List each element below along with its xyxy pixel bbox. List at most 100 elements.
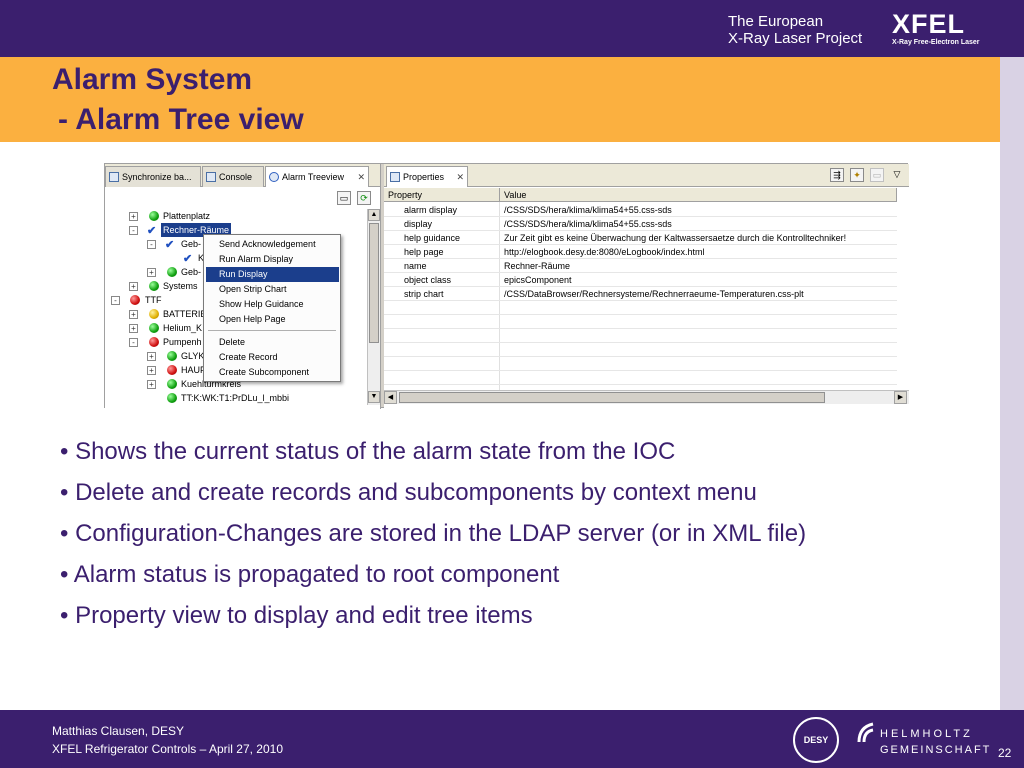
expand-icon[interactable]: + [147, 366, 156, 375]
table-row-empty [384, 301, 897, 315]
property-key: strip chart [404, 289, 444, 299]
helmholtz-line-2: GEMEINSCHAFT [880, 744, 992, 756]
tree-item[interactable]: TT:K:WK:T1:PrDLu_l_mbbi [105, 391, 367, 405]
tab-synchronize[interactable]: Synchronize ba... [105, 166, 201, 187]
page-number: 22 [998, 746, 1012, 760]
properties-hscrollbar[interactable]: ◀ ▶ [384, 390, 909, 404]
property-value[interactable]: epicsComponent [504, 273, 572, 287]
tab-label: Console [219, 172, 253, 182]
bullet-list: • Shows the current status of the alarm … [60, 436, 980, 641]
property-value[interactable]: /CSS/SDS/hera/klima/klima54+55.css-sds [504, 217, 672, 231]
table-row-empty [384, 329, 897, 343]
bullet-item: • Delete and create records and subcompo… [60, 479, 757, 506]
xfel-logo-subtext: X-Ray Free-Electron Laser [892, 39, 980, 46]
menu-separator [208, 330, 336, 331]
acknowledged-check-icon: ✔ [147, 225, 157, 237]
tree-scrollbar[interactable]: ▲ ▼ [367, 209, 380, 405]
table-row[interactable]: help guidance Zur Zeit gibt es keine Übe… [384, 231, 897, 245]
menu-item-open-strip-chart[interactable]: Open Strip Chart [206, 282, 339, 297]
close-icon[interactable]: ✕ [357, 167, 365, 188]
tab-label: Alarm Treeview [282, 172, 345, 182]
property-value[interactable]: /CSS/SDS/hera/klima/klima54+55.css-sds [504, 203, 672, 217]
status-ok-icon [149, 281, 159, 291]
collapse-all-icon[interactable]: ▭ [337, 191, 351, 205]
property-key: name [404, 261, 427, 271]
acknowledged-check-icon: ✔ [183, 253, 193, 265]
tree-item[interactable]: + Plattenplatz [105, 209, 367, 223]
column-header-value[interactable]: Value [500, 188, 897, 202]
tab-properties[interactable]: Properties ✕ [386, 166, 468, 187]
tree-item-label: TT:K:WK:T1:PrDLu_l_mbbi [181, 393, 290, 403]
table-row[interactable]: display /CSS/SDS/hera/klima/klima54+55.c… [384, 217, 897, 231]
table-row[interactable]: alarm display /CSS/SDS/hera/klima/klima5… [384, 203, 897, 217]
menu-item-send-acknowledgement[interactable]: Send Acknowledgement [206, 237, 339, 252]
scroll-thumb[interactable] [369, 223, 379, 343]
expand-icon[interactable]: + [129, 310, 138, 319]
property-value[interactable]: /CSS/DataBrowser/Rechnersysteme/Rechnerr… [504, 287, 804, 301]
refresh-icon[interactable]: ⟳ [357, 191, 371, 205]
scroll-right-icon[interactable]: ▶ [894, 391, 907, 404]
expand-icon[interactable]: + [147, 380, 156, 389]
desy-logo: DESY [793, 717, 839, 763]
tab-console[interactable]: Console [202, 166, 264, 187]
table-row[interactable]: object class epicsComponent [384, 273, 897, 287]
property-value[interactable]: http://elogbook.desy.de:8080/eLogbook/in… [504, 245, 704, 259]
bullet-item: • Alarm status is propagated to root com… [60, 561, 560, 588]
helmholtz-mark-icon [857, 722, 874, 743]
project-line-2: X-Ray Laser Project [728, 30, 863, 47]
restore-default-icon[interactable]: ▭ [870, 168, 884, 182]
expand-icon[interactable]: + [147, 268, 156, 277]
property-key: help page [404, 247, 444, 257]
status-ok-icon [167, 267, 177, 277]
menu-item-show-help-guidance[interactable]: Show Help Guidance [206, 297, 339, 312]
scroll-up-icon[interactable]: ▲ [368, 209, 380, 221]
table-row[interactable]: name Rechner-Räume [384, 259, 897, 273]
expand-icon[interactable]: + [129, 324, 138, 333]
acknowledged-check-icon: ✔ [165, 239, 175, 251]
show-advanced-icon[interactable]: ✦ [850, 168, 864, 182]
helmholtz-line-1: HELMHOLTZ [880, 728, 973, 740]
expand-icon[interactable]: + [147, 352, 156, 361]
view-menu-icon[interactable]: ▽ [890, 168, 904, 182]
table-row-empty [384, 371, 897, 385]
menu-item-delete[interactable]: Delete [206, 335, 339, 350]
expand-icon[interactable]: + [129, 282, 138, 291]
property-key: alarm display [404, 205, 458, 215]
tree-item-label: TTF [145, 295, 162, 305]
expand-icon[interactable]: + [129, 212, 138, 221]
header-bar [0, 0, 1024, 57]
menu-item-open-help-page[interactable]: Open Help Page [206, 312, 339, 327]
menu-item-create-subcomponent[interactable]: Create Subcomponent [206, 365, 339, 380]
close-icon[interactable]: ✕ [456, 167, 464, 188]
tab-alarm-treeview[interactable]: Alarm Treeview ✕ [265, 166, 369, 187]
bullet-item: • Configuration-Changes are stored in th… [60, 520, 807, 547]
tree-item-label: Helium_K [163, 323, 203, 333]
show-categories-icon[interactable]: ⇶ [830, 168, 844, 182]
collapse-icon[interactable]: - [147, 240, 156, 249]
tree-item-label: Systems [163, 281, 198, 291]
tree-item-label: BATTERIE [163, 309, 207, 319]
collapse-icon[interactable]: - [129, 338, 138, 347]
tree-item-label: Plattenplatz [163, 211, 211, 221]
property-value[interactable]: Zur Zeit gibt es keine Überwachung der K… [504, 231, 846, 245]
table-row-empty [384, 357, 897, 371]
tab-label: Synchronize ba... [122, 172, 192, 182]
table-row[interactable]: strip chart /CSS/DataBrowser/Rechnersyst… [384, 287, 897, 301]
menu-item-run-display[interactable]: Run Display [206, 267, 339, 282]
properties-icon [390, 172, 400, 182]
table-row-empty [384, 343, 897, 357]
scroll-down-icon[interactable]: ▼ [368, 391, 380, 403]
collapse-icon[interactable]: - [129, 226, 138, 235]
tree-item-label: Geb- [181, 267, 202, 277]
table-row[interactable]: help page http://elogbook.desy.de:8080/e… [384, 245, 897, 259]
footer-author: Matthias Clausen, DESY [52, 724, 185, 738]
scroll-left-icon[interactable]: ◀ [384, 391, 397, 404]
scroll-thumb[interactable] [399, 392, 825, 403]
menu-item-create-record[interactable]: Create Record [206, 350, 339, 365]
collapse-icon[interactable]: - [111, 296, 120, 305]
property-value[interactable]: Rechner-Räume [504, 259, 570, 273]
menu-item-run-alarm-display[interactable]: Run Alarm Display [206, 252, 339, 267]
column-header-property[interactable]: Property [384, 188, 500, 202]
status-ok-icon [149, 211, 159, 221]
property-key: object class [404, 275, 452, 285]
